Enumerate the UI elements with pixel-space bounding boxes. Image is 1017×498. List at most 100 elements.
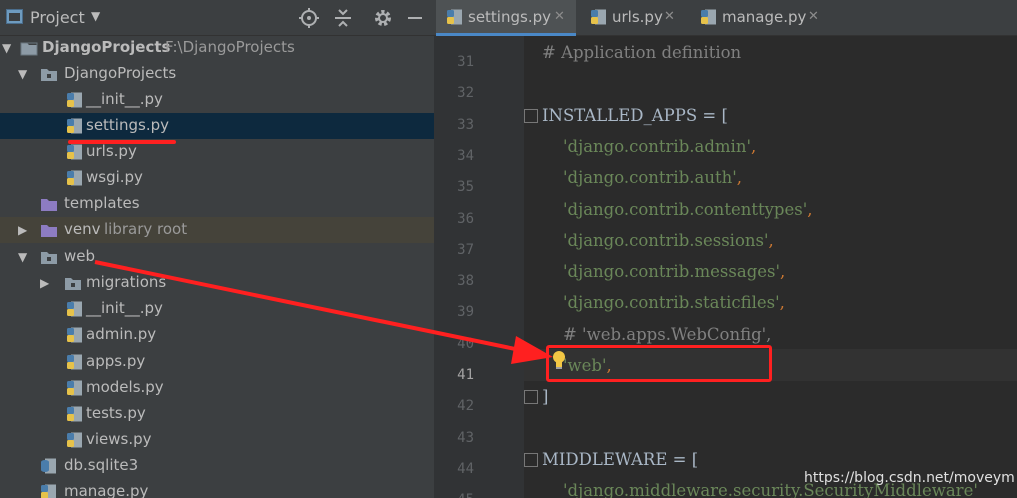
code-line: 'django.contrib.staticfiles', [542,293,785,312]
line-number: 40 [457,336,474,352]
editor-tab-manage-py[interactable]: manage.py ✕ [690,0,830,36]
tree-node-urls-py[interactable]: urls.py [0,139,434,165]
package-icon [64,275,82,291]
line-number: 44 [457,461,474,477]
code-token: 'django.contrib.contenttypes' [542,200,808,219]
tree-node-manage-py[interactable]: manage.py [0,479,434,498]
folder-icon [40,222,58,238]
hide-panel-icon[interactable] [404,7,426,29]
tree-node-templates[interactable]: templates [0,191,434,217]
code-token: , [768,231,774,250]
tree-node-label: admin.py [86,325,157,343]
editor-tab-urls-py[interactable]: urls.py ✕ [580,0,686,36]
locate-file-icon[interactable] [298,7,320,29]
tree-node-venv[interactable]: ▶ venv library root [0,217,434,243]
settings-gear-icon[interactable] [372,7,394,29]
code-token: 'django.contrib.sessions' [542,231,769,250]
python-file-icon [700,9,718,26]
tree-node-models-py[interactable]: models.py [0,375,434,401]
python-file-icon [66,327,84,343]
tree-node-label: venv [64,220,101,238]
python-file-icon [66,92,84,108]
code-line: INSTALLED_APPS = [ [542,106,728,125]
tree-node-wsgi-py[interactable]: wsgi.py [0,165,434,191]
project-panel-header: Project ▼ [0,0,434,36]
tree-node-label: DjangoProjects [42,38,171,56]
editor-tab-settings-py[interactable]: settings.py ✕ [436,0,576,36]
code-line: 'django.contrib.contenttypes', [542,200,813,219]
python-file-icon [66,354,84,370]
python-file-icon [66,118,84,134]
python-file-icon [66,301,84,317]
tree-node-label: __init__.py [86,90,163,108]
python-file-icon [66,380,84,396]
folder-icon [40,196,58,212]
line-number: 38 [457,273,474,289]
tree-node-djangoprojects[interactable]: ▼ DjangoProjects F:\DjangoProjects [0,35,434,61]
close-tab-icon[interactable]: ✕ [554,9,565,24]
red-highlight-box-annotation [546,345,772,382]
project-tool-window: Project ▼ ▼ DjangoProjects F:\DjangoProjec… [0,0,434,498]
close-tab-icon[interactable]: ✕ [664,9,675,24]
project-panel-title: Project [30,8,85,27]
tree-node--init-py[interactable]: __init__.py [0,87,434,113]
close-tab-icon[interactable]: ✕ [808,9,819,24]
tree-node-migrations[interactable]: ▶ migrations [0,270,434,296]
collapse-all-icon[interactable] [332,7,354,29]
code-token: , [780,262,786,281]
tree-node-apps-py[interactable]: apps.py [0,349,434,375]
fold-open-icon[interactable] [524,109,538,123]
expand-arrow-right-icon[interactable]: ▶ [18,223,32,237]
tree-node-tests-py[interactable]: tests.py [0,401,434,427]
python-file-icon [590,9,608,26]
tree-node-admin-py[interactable]: admin.py [0,322,434,348]
code-line: 'django.contrib.messages', [542,262,785,281]
expand-arrow-down-icon[interactable]: ▼ [18,250,32,264]
python-file-icon [66,406,84,422]
code-token: MIDDLEWARE = [ [542,450,699,469]
tree-node-views-py[interactable]: views.py [0,427,434,453]
code-token: , [751,137,757,156]
tree-node-label: migrations [86,273,167,291]
line-number: 42 [457,398,474,414]
tree-node-label: web [64,247,96,265]
python-file-icon [40,484,58,498]
package-icon [40,66,58,82]
tree-node--init-py[interactable]: __init__.py [0,296,434,322]
code-token: , [807,200,813,219]
code-editor: settings.py ✕ urls.py ✕ manage.py ✕ 31 32 33 34 3… [434,0,1017,498]
tree-node-label: manage.py [64,482,149,498]
code-line: 'django.contrib.admin', [542,137,756,156]
code-token: # Application definition [542,43,742,62]
code-token: # 'web.apps.WebConfig', [542,325,772,344]
code-token: 'django.contrib.staticfiles' [542,293,780,312]
line-number-gutter: 31 32 33 34 35 36 37 38 39 40 41 42 43 44 45 [434,36,524,498]
line-number: 43 [457,430,474,446]
tree-node-djangoprojects[interactable]: ▼ DjangoProjects [0,61,434,87]
tree-node-db-sqlite3[interactable]: db.sqlite3 [0,453,434,479]
line-number: 39 [457,304,474,320]
code-line: # 'web.apps.WebConfig', [542,325,771,344]
project-root-icon [20,40,38,56]
project-view-dropdown-icon[interactable]: ▼ [91,9,100,23]
expand-arrow-down-icon[interactable]: ▼ [18,67,32,81]
tree-node-web[interactable]: ▼ web [0,244,434,270]
line-number: 31 [457,54,474,70]
line-number: 36 [457,211,474,227]
python-file-icon [446,9,464,26]
tab-label: urls.py [612,8,663,26]
database-file-icon [40,458,58,474]
fold-close-icon[interactable] [524,390,538,404]
tab-label: settings.py [468,8,551,26]
tree-node-label: settings.py [86,116,169,134]
code-line: ] [542,387,548,406]
expand-arrow-down-icon[interactable]: ▼ [2,41,16,55]
code-token: INSTALLED_APPS = [ [542,106,728,125]
fold-open-icon[interactable] [524,453,538,467]
expand-arrow-right-icon[interactable]: ▶ [40,276,54,290]
tree-node-annotation: F:\DjangoProjects [165,38,295,56]
tree-node-label: wsgi.py [86,168,143,186]
line-number: 34 [457,148,474,164]
tree-node-annotation: library root [104,220,188,238]
tree-node-settings-py[interactable]: settings.py [0,113,434,139]
